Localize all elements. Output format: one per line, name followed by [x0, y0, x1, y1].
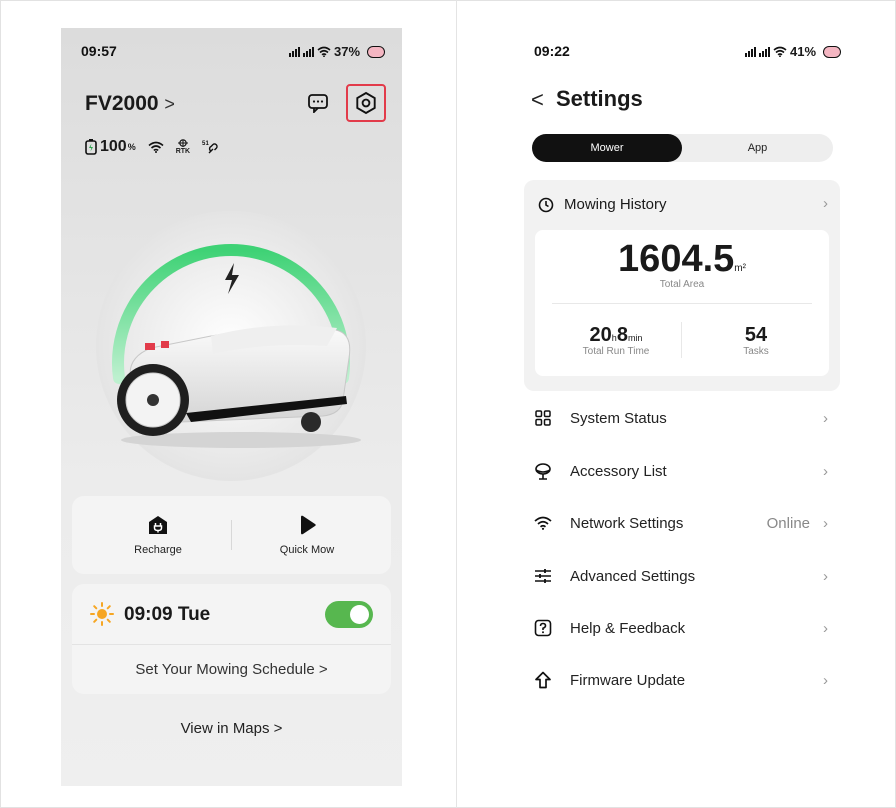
home-screen: 09:57 37% FV2000 > 100% RTK 51 Recharge … — [61, 28, 402, 786]
back-button[interactable]: < — [531, 87, 544, 113]
network-status-value: Online — [766, 514, 810, 532]
battery-charging-icon — [85, 139, 97, 155]
message-icon — [308, 94, 328, 113]
status-icons: 41% — [745, 44, 842, 59]
recharge-button[interactable]: Recharge — [83, 496, 233, 574]
message-button[interactable] — [306, 91, 330, 115]
rtk-label: RTK — [175, 148, 191, 155]
signal-icon — [759, 46, 770, 57]
total-area-value: 1604.5m² — [618, 238, 746, 280]
total-area-label: Total Area — [659, 279, 705, 290]
page-title: Settings — [556, 86, 643, 111]
signal-icon — [745, 46, 756, 57]
menu-advanced-settings[interactable]: Advanced Settings › — [532, 561, 832, 591]
total-run-time: 20h8min Total Run Time — [551, 324, 681, 357]
chevron-right-icon: > — [164, 94, 175, 114]
menu-label: Network Settings — [570, 514, 684, 532]
schedule-toggle[interactable] — [325, 601, 373, 628]
wifi-icon — [532, 512, 554, 534]
mowing-stats-panel: 1604.5m² Total Area 20h8min Total Run Ti… — [535, 230, 829, 376]
satellite-icon — [177, 139, 188, 147]
chevron-right-icon: › — [823, 462, 828, 480]
mowing-history-header: Mowing History — [538, 196, 667, 213]
stats-vertical-divider — [681, 322, 682, 358]
mower-wheel-axle — [147, 394, 159, 406]
view-in-maps-link[interactable]: View in Maps > — [61, 708, 402, 748]
link-signal-icon: 51 — [202, 141, 218, 154]
tasks-count: 54 Tasks — [691, 324, 821, 357]
menu-system-status[interactable]: System Status › — [532, 403, 832, 433]
menu-network-settings[interactable]: Network Settings Online › — [532, 508, 832, 538]
mower-button-red — [145, 343, 155, 350]
device-name-link[interactable]: FV2000 > — [85, 92, 175, 116]
stats-divider — [552, 303, 812, 304]
actions-card: Recharge Quick Mow — [72, 496, 391, 574]
panel-divider — [456, 0, 457, 808]
tasks-label: Tasks — [743, 346, 769, 357]
menu-label: Accessory List — [570, 462, 667, 480]
tab-app[interactable]: App — [682, 134, 833, 162]
total-run-time-label: Total Run Time — [582, 346, 650, 357]
settings-hex-icon — [356, 91, 376, 115]
menu-accessory-list[interactable]: Accessory List › — [532, 456, 832, 486]
settings-button[interactable] — [346, 84, 386, 122]
battery-percent: 37% — [334, 44, 361, 59]
menu-label: Help & Feedback — [570, 619, 686, 637]
battery-unit: % — [127, 142, 136, 152]
quick-mow-button[interactable]: Quick Mow — [232, 496, 382, 574]
tab-mower[interactable]: Mower — [532, 134, 682, 162]
recharge-home-icon — [149, 516, 167, 534]
mower-illustration — [96, 211, 366, 481]
schedule-time: 09:09 Tue — [124, 604, 211, 625]
signal-icon — [303, 46, 314, 57]
mower-button-red — [161, 341, 169, 348]
device-status-bar: 100% RTK 51 — [85, 138, 220, 156]
status-time: 09:22 — [534, 43, 570, 59]
accessory-icon — [532, 460, 554, 482]
settings-tabs: Mower App — [532, 134, 833, 162]
play-icon — [301, 515, 316, 535]
mower-rear-wheel — [301, 412, 321, 432]
cloud-icon — [367, 45, 386, 58]
cloud-icon — [823, 45, 842, 58]
recharge-label: Recharge — [134, 544, 182, 556]
svg-text:1: 1 — [206, 141, 210, 147]
set-schedule-link[interactable]: Set Your Mowing Schedule > — [72, 644, 391, 694]
wifi-status-icon — [773, 46, 787, 57]
status-time: 09:57 — [81, 43, 117, 59]
chevron-right-icon: › — [823, 619, 828, 637]
mowing-history-title: Mowing History — [564, 196, 667, 213]
battery-indicator: 100% — [85, 138, 136, 156]
mowing-history-card[interactable]: Mowing History › 1604.5m² Total Area 20h… — [524, 180, 840, 391]
help-icon — [532, 617, 554, 639]
chevron-right-icon: › — [823, 409, 828, 427]
chevron-right-icon: › — [823, 514, 828, 532]
chevron-right-icon: › — [823, 671, 828, 689]
menu-label: Firmware Update — [570, 671, 686, 689]
menu-label: System Status — [570, 409, 667, 427]
device-name: FV2000 — [85, 92, 159, 115]
upload-arrow-icon — [532, 669, 554, 691]
grid-icon — [532, 407, 554, 429]
chevron-right-icon: › — [823, 567, 828, 585]
menu-label: Advanced Settings — [570, 567, 696, 585]
menu-firmware-update[interactable]: Firmware Update › — [532, 665, 832, 695]
sliders-icon — [532, 565, 554, 587]
battery-percent: 41% — [790, 44, 817, 59]
menu-help-feedback[interactable]: Help & Feedback › — [532, 613, 832, 643]
signal-icon — [289, 46, 300, 57]
sun-icon — [90, 602, 114, 626]
chevron-right-icon: › — [823, 195, 828, 212]
battery-level: 100 — [100, 138, 127, 155]
quick-mow-label: Quick Mow — [279, 544, 335, 556]
schedule-card: 09:09 Tue Set Your Mowing Schedule > — [72, 584, 391, 694]
rtk-indicator: RTK — [176, 139, 190, 155]
clock-icon — [538, 197, 554, 212]
status-icons: 37% — [289, 44, 386, 59]
wifi-icon — [148, 141, 164, 153]
wifi-status-icon — [317, 46, 331, 57]
